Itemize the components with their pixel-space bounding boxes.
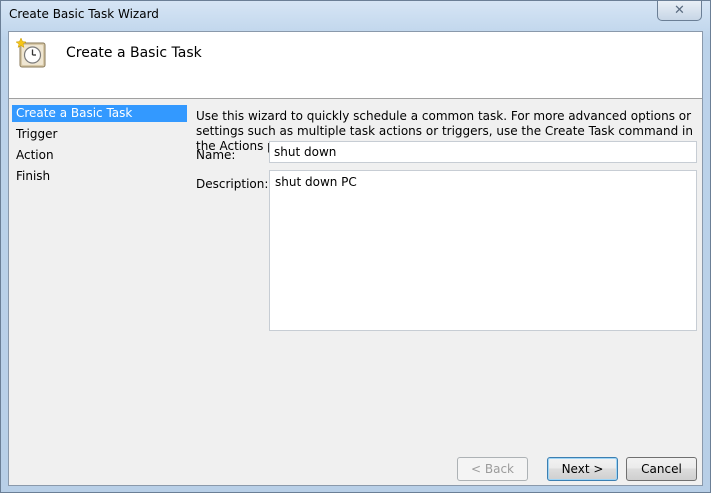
wizard-client-area: Create a Basic Task Create a Basic Task … <box>8 31 703 486</box>
title-bar[interactable]: Create Basic Task Wizard ✕ <box>1 1 710 29</box>
page-title: Create a Basic Task <box>66 45 202 61</box>
wizard-window: Create Basic Task Wizard ✕ Create a Basi… <box>0 0 711 493</box>
window-title: Create Basic Task Wizard <box>9 7 159 21</box>
close-button[interactable]: ✕ <box>657 1 702 21</box>
next-button[interactable]: Next > <box>547 457 618 481</box>
wizard-header: Create a Basic Task <box>9 32 702 99</box>
description-input[interactable]: shut down PC <box>269 170 697 331</box>
name-input[interactable] <box>269 141 697 163</box>
step-trigger[interactable]: Trigger <box>12 126 187 147</box>
step-create-basic-task[interactable]: Create a Basic Task <box>12 105 187 122</box>
step-action[interactable]: Action <box>12 147 187 168</box>
step-finish[interactable]: Finish <box>12 168 187 189</box>
wizard-step-list: Create a Basic Task Trigger Action Finis… <box>12 105 187 189</box>
name-label: Name: <box>196 148 236 162</box>
description-label: Description: <box>196 177 269 191</box>
back-button[interactable]: < Back <box>457 457 528 481</box>
close-icon: ✕ <box>674 3 685 18</box>
cancel-button[interactable]: Cancel <box>626 457 697 481</box>
scheduled-task-clock-icon <box>16 37 46 68</box>
